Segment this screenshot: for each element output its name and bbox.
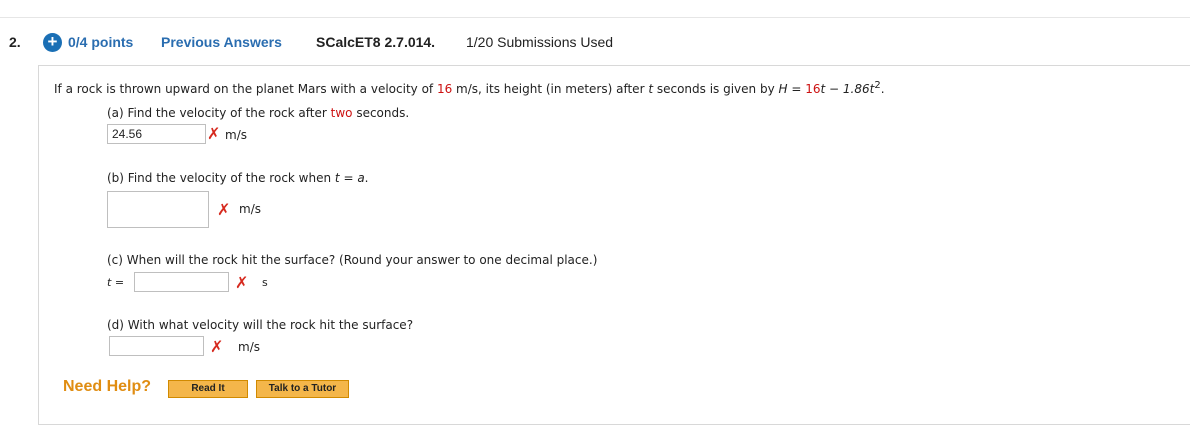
part-b-unit: m/s: [239, 202, 261, 216]
part-d-unit: m/s: [238, 340, 260, 354]
part-a-answer-field[interactable]: 24.56: [107, 124, 206, 144]
points-label[interactable]: 0/4 points: [68, 34, 133, 50]
plus-circle-icon[interactable]: +: [43, 33, 62, 52]
top-divider: [0, 17, 1190, 18]
var-h: H: [778, 82, 788, 96]
part-c-unit: s: [262, 276, 268, 289]
part-d-prompt: (d) With what velocity will the rock hit…: [107, 318, 414, 332]
part-a-highlight: two: [330, 106, 353, 120]
read-it-button[interactable]: Read It: [168, 380, 248, 398]
part-a-text: (a) Find the velocity of the rock after: [107, 106, 331, 120]
submissions-used: 1/20 Submissions Used: [466, 34, 614, 50]
prompt-end: .: [880, 82, 885, 96]
formula-coefficient: 16: [805, 82, 821, 96]
part-b-var-a: a: [357, 171, 365, 185]
part-d-answer-field[interactable]: [109, 336, 204, 356]
part-b-prompt: (b) Find the velocity of the rock when t…: [107, 171, 369, 185]
part-a-unit: m/s: [225, 128, 247, 142]
previous-answers-link[interactable]: Previous Answers: [161, 34, 282, 50]
incorrect-x-icon: ✗: [210, 337, 224, 356]
need-help-label: Need Help?: [63, 378, 152, 395]
incorrect-x-icon: ✗: [235, 273, 249, 292]
part-c-eq: =: [111, 276, 125, 289]
part-b-end: .: [364, 171, 369, 185]
part-b-answer-field[interactable]: [107, 191, 209, 228]
part-c-prompt: (c) When will the rock hit the surface? …: [107, 253, 598, 267]
part-c-t-label: t =: [107, 276, 124, 289]
incorrect-x-icon: ✗: [217, 200, 231, 219]
question-prompt: If a rock is thrown upward on the planet…: [54, 80, 885, 96]
question-header: 2. + 0/4 points Previous Answers SCalcET…: [0, 20, 1190, 64]
talk-to-tutor-button[interactable]: Talk to a Tutor: [256, 380, 349, 398]
velocity-value: 16: [436, 82, 453, 96]
question-id: SCalcET8 2.7.014.: [316, 34, 436, 50]
part-c-answer-field[interactable]: [134, 272, 229, 292]
prompt-text-3: seconds is given by: [653, 82, 779, 96]
prompt-text-4: =: [787, 82, 806, 96]
prompt-text-2: m/s, its height (in meters) after: [452, 82, 649, 96]
part-b-eq: =: [339, 171, 358, 185]
part-a-text-end: seconds.: [352, 106, 410, 120]
question-number: 2.: [9, 34, 21, 50]
formula-rest: t − 1.86t: [820, 82, 875, 96]
incorrect-x-icon: ✗: [207, 124, 221, 143]
prompt-text-1: If a rock is thrown upward on the planet…: [54, 82, 437, 96]
part-a-prompt: (a) Find the velocity of the rock after …: [107, 106, 409, 120]
part-b-text: (b) Find the velocity of the rock when: [107, 171, 335, 185]
question-box: If a rock is thrown upward on the planet…: [38, 65, 1190, 425]
